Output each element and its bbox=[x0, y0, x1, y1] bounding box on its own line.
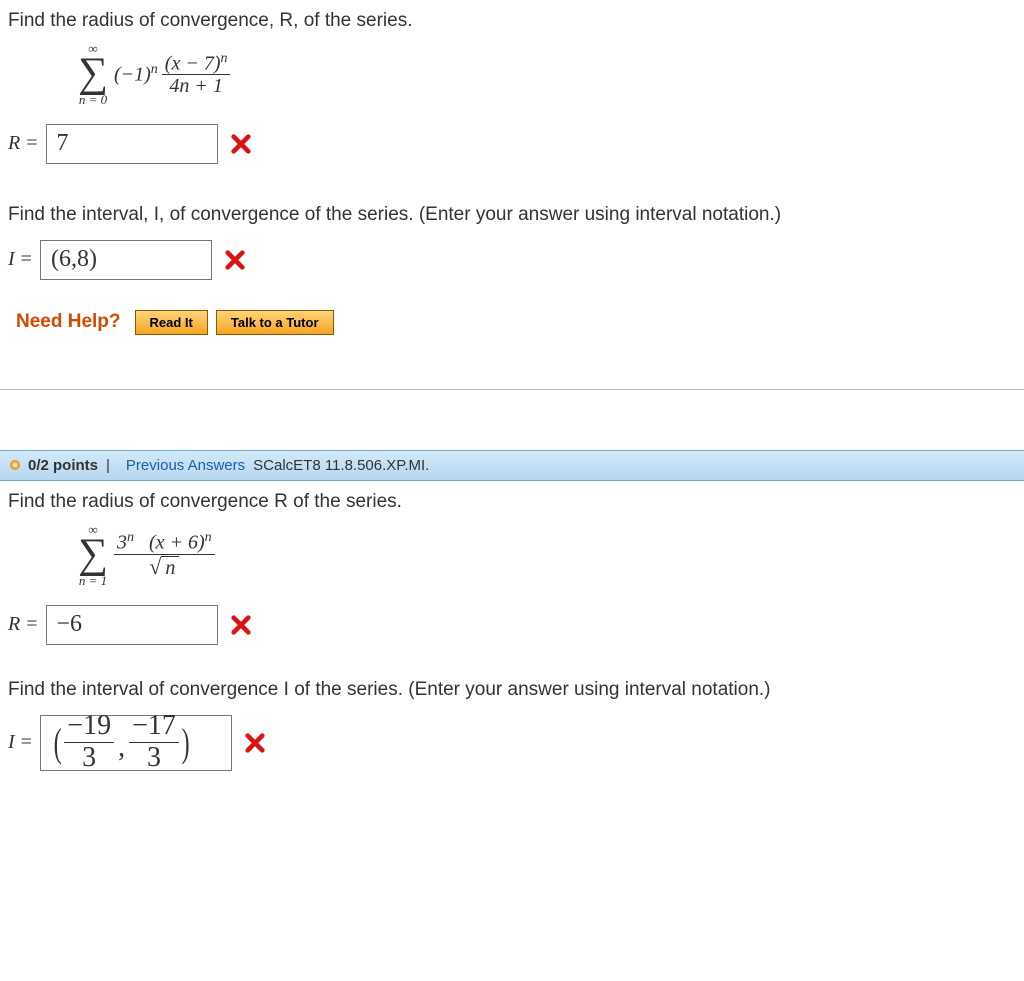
I-label: I bbox=[8, 248, 15, 271]
previous-answers-link[interactable]: Previous Answers bbox=[126, 457, 245, 474]
R-label: R bbox=[8, 613, 20, 636]
help-row: Need Help? Read It Talk to a Tutor bbox=[16, 310, 1016, 335]
q2-interval-answer-row: I = ( −19 3 , −17 3 ) bbox=[8, 715, 1016, 771]
source-label: SCalcET8 11.8.506.XP.MI. bbox=[253, 457, 429, 474]
incorrect-icon bbox=[244, 732, 266, 754]
q2-prompt-interval: Find the interval of convergence I of th… bbox=[8, 679, 1016, 701]
divider bbox=[0, 389, 1024, 390]
incorrect-icon bbox=[230, 614, 252, 636]
q2-prompt-radius: Find the radius of convergence R of the … bbox=[8, 491, 1016, 513]
sigma-symbol: ∞ ∑ n = 1 bbox=[78, 523, 108, 587]
read-it-button[interactable]: Read It bbox=[135, 310, 208, 335]
question-2: Find the radius of convergence R of the … bbox=[0, 481, 1024, 799]
q1-interval-answer-row: I = (6,8) bbox=[8, 240, 1016, 280]
need-help-label: Need Help? bbox=[16, 311, 121, 333]
sigma-symbol: ∞ ∑ n = 0 bbox=[78, 42, 108, 106]
q1-radius-input[interactable]: 7 bbox=[46, 124, 218, 164]
points-label: 0/2 points bbox=[28, 457, 98, 474]
q1-radius-answer-row: R = 7 bbox=[8, 124, 1016, 164]
coeff: (−1)n bbox=[114, 62, 158, 87]
sqrt: √n bbox=[149, 556, 179, 579]
q2-interval-input[interactable]: ( −19 3 , −17 3 ) bbox=[40, 715, 232, 771]
question-2-header: 0/2 points | Previous Answers SCalcET8 1… bbox=[0, 450, 1024, 481]
incorrect-icon bbox=[224, 249, 246, 271]
R-label: R bbox=[8, 132, 20, 155]
q1-prompt-radius: Find the radius of convergence, R, of th… bbox=[8, 10, 1016, 32]
incorrect-icon bbox=[230, 133, 252, 155]
I-label: I bbox=[8, 731, 15, 754]
q2-series: ∞ ∑ n = 1 3n (x + 6)n √n bbox=[78, 523, 1016, 587]
q1-interval-input[interactable]: (6,8) bbox=[40, 240, 212, 280]
q1-series: ∞ ∑ n = 0 (−1)n (x − 7)n 4n + 1 bbox=[78, 42, 1016, 106]
bullet-icon bbox=[10, 460, 20, 470]
talk-to-tutor-button[interactable]: Talk to a Tutor bbox=[216, 310, 334, 335]
q1-prompt-interval: Find the interval, I, of convergence of … bbox=[8, 204, 1016, 226]
fraction: (x − 7)n 4n + 1 bbox=[162, 51, 231, 98]
q2-radius-input[interactable]: −6 bbox=[46, 605, 218, 645]
question-1: Find the radius of convergence, R, of th… bbox=[0, 0, 1024, 365]
q2-radius-answer-row: R = −6 bbox=[8, 605, 1016, 645]
fraction: 3n (x + 6)n √n bbox=[114, 530, 215, 579]
